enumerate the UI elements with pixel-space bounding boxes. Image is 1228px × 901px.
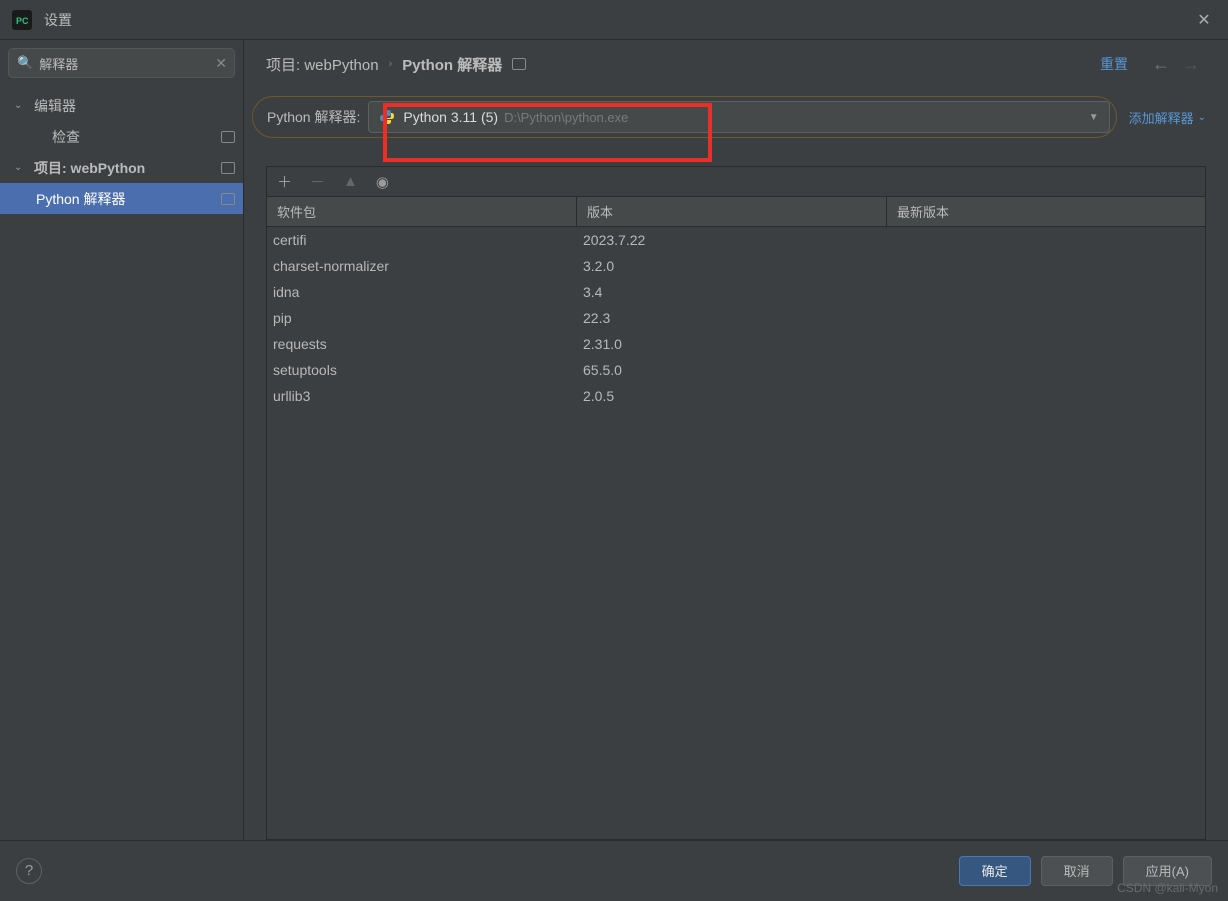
nav-forward-icon[interactable]: →: [1182, 54, 1200, 75]
package-version: 2.0.5: [577, 388, 887, 404]
scope-icon: [221, 193, 235, 205]
package-row[interactable]: certifi2023.7.22: [267, 227, 1205, 253]
help-button[interactable]: ?: [16, 858, 42, 884]
scope-icon: [512, 58, 526, 70]
package-row[interactable]: urllib32.0.5: [267, 383, 1205, 409]
sidebar-item-python-interpreter[interactable]: Python 解释器: [0, 183, 243, 214]
packages-toolbar: ＋ － ▲ ◉: [267, 167, 1205, 197]
ok-button[interactable]: 确定: [959, 856, 1031, 886]
sidebar: 🔍 ✕ ⌄ 编辑器 检查 ⌄ 项目: webPython Python 解释器: [0, 40, 244, 840]
package-name: charset-normalizer: [267, 258, 577, 274]
packages-rows: certifi2023.7.22charset-normalizer3.2.0i…: [267, 227, 1205, 839]
breadcrumb-project: 项目: webPython: [266, 54, 379, 75]
package-name: urllib3: [267, 388, 577, 404]
reset-link[interactable]: 重置: [1100, 54, 1128, 74]
chevron-down-icon: ⌄: [1198, 112, 1206, 123]
sidebar-item-label: 检查: [52, 127, 221, 147]
add-interpreter-label: 添加解释器: [1129, 108, 1194, 127]
column-latest[interactable]: 最新版本: [887, 197, 1205, 226]
interpreter-label: Python 解释器:: [267, 107, 360, 127]
nav-back-icon[interactable]: ←: [1152, 54, 1170, 75]
app-icon: PC: [12, 10, 32, 30]
package-name: idna: [267, 284, 577, 300]
breadcrumb-separator: ›: [389, 58, 393, 70]
package-name: certifi: [267, 232, 577, 248]
packages-panel: ＋ － ▲ ◉ 软件包 版本 最新版本 certifi2023.7.22char…: [266, 166, 1206, 840]
column-package[interactable]: 软件包: [267, 197, 577, 226]
package-row[interactable]: requests2.31.0: [267, 331, 1205, 357]
clear-icon[interactable]: ✕: [215, 55, 227, 72]
settings-tree: ⌄ 编辑器 检查 ⌄ 项目: webPython Python 解释器: [0, 86, 243, 214]
search-input[interactable]: [39, 56, 215, 71]
package-version: 2.31.0: [577, 336, 887, 352]
package-name: requests: [267, 336, 577, 352]
footer: ? 确定 取消 应用(A): [0, 840, 1228, 900]
breadcrumb: 项目: webPython › Python 解释器 重置 ← →: [244, 40, 1228, 88]
scope-icon: [221, 162, 235, 174]
sidebar-item-editor[interactable]: ⌄ 编辑器: [0, 90, 243, 121]
search-icon: 🔍: [17, 55, 33, 71]
add-package-icon[interactable]: ＋: [277, 171, 292, 192]
package-version: 22.3: [577, 310, 887, 326]
close-icon[interactable]: ✕: [1192, 8, 1216, 32]
titlebar: PC 设置 ✕: [0, 0, 1228, 40]
sidebar-item-inspection[interactable]: 检查: [0, 121, 243, 152]
cancel-button[interactable]: 取消: [1041, 856, 1113, 886]
interpreter-path: D:\Python\python.exe: [504, 110, 628, 125]
package-name: pip: [267, 310, 577, 326]
interpreter-row: Python 解释器: Python 3.11 (5) D:\Python\py…: [244, 88, 1228, 138]
scope-icon: [221, 131, 235, 143]
chevron-down-icon: ⌄: [14, 100, 28, 111]
python-icon: [379, 109, 395, 125]
svg-text:PC: PC: [16, 16, 29, 26]
apply-button[interactable]: 应用(A): [1123, 856, 1212, 886]
package-row[interactable]: idna3.4: [267, 279, 1205, 305]
package-row[interactable]: charset-normalizer3.2.0: [267, 253, 1205, 279]
interpreter-name: Python 3.11 (5): [403, 109, 498, 125]
add-interpreter-link[interactable]: 添加解释器 ⌄: [1129, 108, 1206, 127]
sidebar-item-label: 项目: webPython: [34, 158, 221, 178]
dropdown-arrow-icon: ▼: [1089, 112, 1099, 123]
package-version: 3.2.0: [577, 258, 887, 274]
sidebar-item-label: Python 解释器: [36, 189, 221, 209]
chevron-down-icon: ⌄: [14, 162, 28, 173]
package-version: 2023.7.22: [577, 232, 887, 248]
show-early-icon[interactable]: ◉: [376, 173, 389, 191]
sidebar-item-project[interactable]: ⌄ 项目: webPython: [0, 152, 243, 183]
upgrade-package-icon[interactable]: ▲: [343, 173, 358, 190]
sidebar-item-label: 编辑器: [34, 96, 243, 116]
package-version: 3.4: [577, 284, 887, 300]
package-name: setuptools: [267, 362, 577, 378]
package-row[interactable]: setuptools65.5.0: [267, 357, 1205, 383]
main-panel: 项目: webPython › Python 解释器 重置 ← → Python…: [244, 40, 1228, 840]
remove-package-icon[interactable]: －: [310, 171, 325, 192]
interpreter-badge: Python 解释器: Python 3.11 (5) D:\Python\py…: [252, 96, 1117, 138]
package-row[interactable]: pip22.3: [267, 305, 1205, 331]
window-title: 设置: [44, 10, 72, 30]
interpreter-dropdown[interactable]: Python 3.11 (5) D:\Python\python.exe ▼: [368, 101, 1109, 133]
search-box[interactable]: 🔍 ✕: [8, 48, 235, 78]
packages-header: 软件包 版本 最新版本: [267, 197, 1205, 227]
package-version: 65.5.0: [577, 362, 887, 378]
breadcrumb-page: Python 解释器: [402, 54, 502, 75]
column-version[interactable]: 版本: [577, 197, 887, 226]
